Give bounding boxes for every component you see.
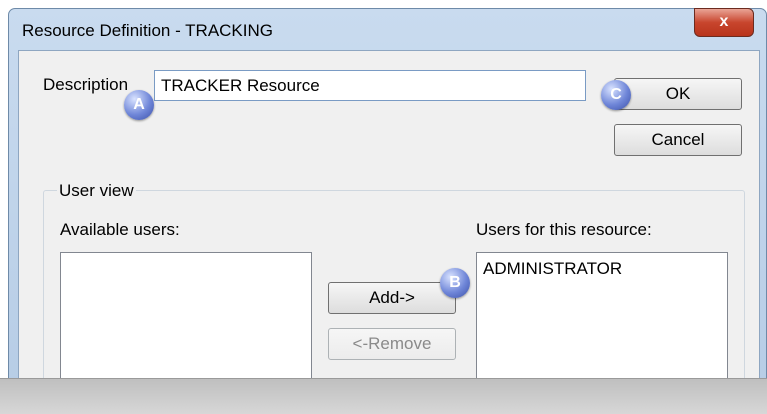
callout-marker-c: C (601, 80, 631, 110)
ok-button[interactable]: OK (614, 78, 742, 110)
available-users-list[interactable] (60, 252, 312, 390)
description-input[interactable]: TRACKER Resource (154, 70, 586, 101)
resource-users-label: Users for this resource: (476, 220, 652, 239)
available-users-label: Available users: (60, 220, 180, 239)
callout-marker-a: A (124, 90, 154, 120)
window-title: Resource Definition - TRACKING (22, 21, 273, 40)
remove-button[interactable]: <-Remove (328, 328, 456, 360)
add-button[interactable]: Add-> (328, 282, 456, 314)
bottom-bar (0, 378, 767, 414)
close-icon: x (719, 13, 729, 30)
resource-users-list[interactable]: ADMINISTRATOR (476, 252, 728, 390)
close-button[interactable]: x (694, 8, 754, 37)
callout-marker-b: B (440, 268, 470, 298)
cancel-button[interactable]: Cancel (614, 124, 742, 156)
list-item[interactable]: ADMINISTRATOR (477, 253, 727, 285)
user-view-caption: User view (57, 181, 136, 201)
